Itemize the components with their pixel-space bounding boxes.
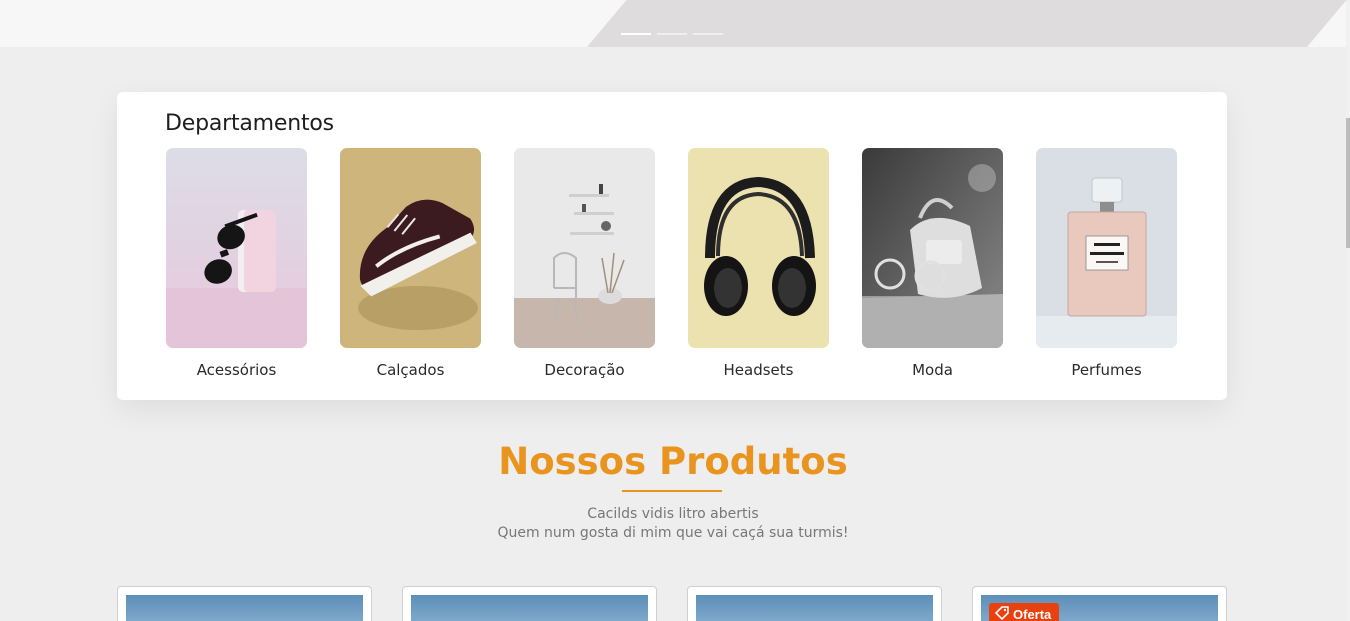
- departments-title: Departamentos: [165, 111, 334, 136]
- department-label[interactable]: Acessórios: [166, 361, 307, 379]
- sneaker-image[interactable]: [340, 148, 481, 348]
- product-card[interactable]: [687, 586, 942, 621]
- carousel-indicators: [621, 33, 723, 35]
- headphones-icon: [688, 148, 829, 348]
- hero-banner: [0, 0, 1346, 47]
- product-image[interactable]: [696, 595, 933, 621]
- department-moda[interactable]: Moda: [862, 148, 1003, 379]
- headphones-image[interactable]: [688, 148, 829, 348]
- products-title: Nossos Produtos: [498, 440, 848, 483]
- department-headsets[interactable]: Headsets: [688, 148, 829, 379]
- handbag-icon: [862, 148, 1003, 348]
- department-label[interactable]: Headsets: [688, 361, 829, 379]
- department-acessorios[interactable]: Acessórios: [166, 148, 307, 379]
- department-label[interactable]: Decoração: [514, 361, 655, 379]
- perfume-bottle-icon: [1036, 148, 1177, 348]
- carousel-dot-1[interactable]: [621, 33, 651, 35]
- department-decoracao[interactable]: Decoração: [514, 148, 655, 379]
- products-title-underline: [622, 490, 722, 492]
- carousel-dot-3[interactable]: [693, 33, 723, 35]
- hero-shape: [586, 0, 1346, 47]
- product-image[interactable]: [411, 595, 648, 621]
- products-subtitle-line-1: Cacilds vidis litro abertis: [587, 506, 759, 522]
- product-grid: Oferta: [117, 586, 1227, 621]
- sneaker-icon: [340, 148, 481, 348]
- offer-badge: Oferta: [989, 603, 1060, 621]
- perfume-bottle-image[interactable]: [1036, 148, 1177, 348]
- product-card[interactable]: Oferta: [972, 586, 1227, 621]
- product-card[interactable]: [117, 586, 372, 621]
- handbag-image[interactable]: [862, 148, 1003, 348]
- sunglasses-image[interactable]: [166, 148, 307, 348]
- carousel-dot-2[interactable]: [657, 33, 687, 35]
- department-calcados[interactable]: Calçados: [340, 148, 481, 379]
- offer-label: Oferta: [1013, 606, 1052, 621]
- shelf-decor-icon: [514, 148, 655, 348]
- scrollbar-thumb[interactable]: [1346, 118, 1350, 248]
- page-scrollbar[interactable]: [1346, 0, 1350, 621]
- department-label[interactable]: Moda: [862, 361, 1003, 379]
- tag-icon: [994, 605, 1009, 621]
- department-perfumes[interactable]: Perfumes: [1036, 148, 1177, 379]
- sunglasses-icon: [166, 148, 307, 348]
- product-card[interactable]: [402, 586, 657, 621]
- department-label[interactable]: Perfumes: [1036, 361, 1177, 379]
- products-subtitle-line-2: Quem num gosta di mim que vai caçá sua t…: [497, 525, 849, 541]
- department-label[interactable]: Calçados: [340, 361, 481, 379]
- products-subtitle: Cacilds vidis litro abertis Quem num gos…: [0, 505, 1346, 543]
- departments-list: Acessórios Calçados Decoração Headsets M…: [166, 148, 1177, 379]
- departments-card: Departamentos Acessórios Calçados Decora…: [117, 92, 1227, 400]
- shelf-decor-image[interactable]: [514, 148, 655, 348]
- product-image[interactable]: [126, 595, 363, 621]
